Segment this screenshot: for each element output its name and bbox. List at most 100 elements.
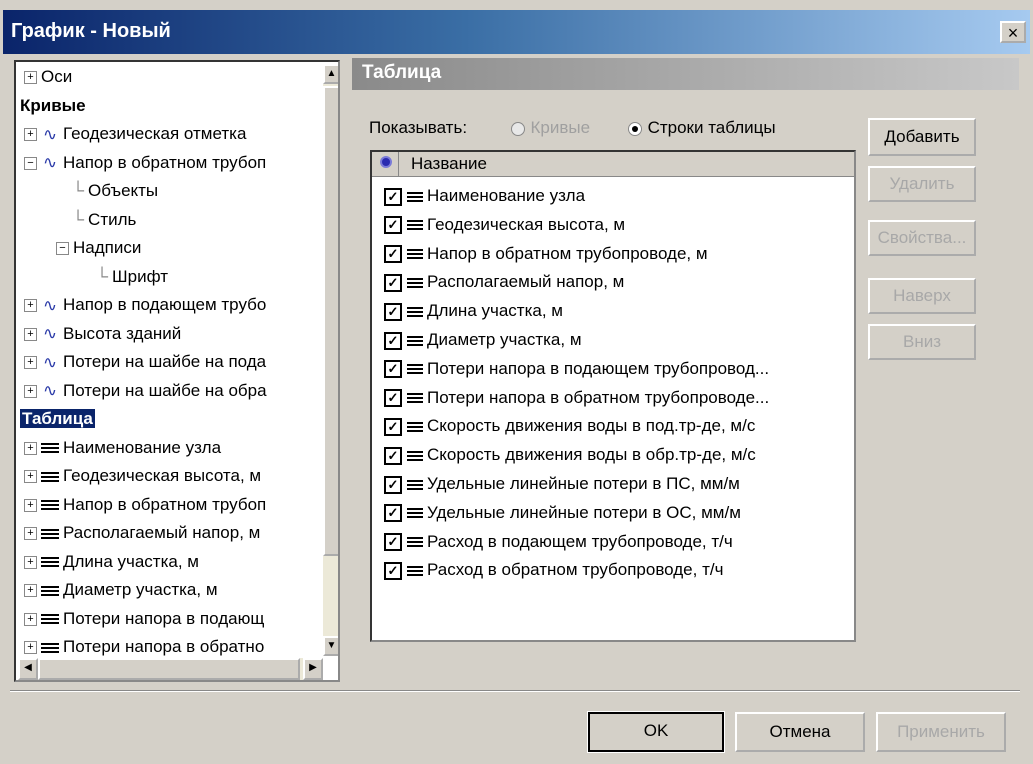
list-row[interactable]: ✓ Напор в обратном трубопроводе, м xyxy=(384,240,708,268)
row-visible-checkbox[interactable]: ✓ xyxy=(384,561,402,580)
tree-item[interactable]: └ Стиль xyxy=(72,207,136,233)
tree-item[interactable]: + Наименование узла xyxy=(24,435,221,461)
list-row[interactable]: ✓ Наименование узла xyxy=(384,182,585,210)
tree-item[interactable]: + ∿ Напор в подающем трубо xyxy=(24,292,266,318)
expand-toggle[interactable]: + xyxy=(24,612,37,626)
scroll-down-button[interactable]: ▼ xyxy=(323,636,338,656)
table-row-icon xyxy=(407,305,423,319)
expand-toggle[interactable]: − xyxy=(24,156,37,170)
radio-curves[interactable] xyxy=(510,121,525,136)
expand-toggle[interactable]: + xyxy=(24,527,37,541)
tree-item[interactable]: − Надписи xyxy=(56,235,141,261)
tree-item[interactable]: + Располагаемый напор, м xyxy=(24,520,260,546)
title-bar[interactable]: График - Новый × xyxy=(3,10,1030,54)
row-visible-checkbox[interactable]: ✓ xyxy=(384,504,402,523)
tree-item[interactable]: + Потери напора в подающ xyxy=(24,606,264,632)
row-visible-checkbox[interactable]: ✓ xyxy=(384,273,402,292)
expand-toggle[interactable]: + xyxy=(24,384,37,398)
list-row[interactable]: ✓ Геодезическая высота, м xyxy=(384,211,625,239)
cancel-button[interactable]: Отмена xyxy=(735,712,865,752)
tree-item[interactable]: + ∿ Высота зданий xyxy=(24,321,181,347)
table-row-icon xyxy=(407,564,423,578)
tree-item[interactable]: + ∿ Потери на шайбе на обра xyxy=(24,378,267,404)
expand-toggle[interactable]: + xyxy=(24,327,37,341)
expand-toggle[interactable]: + xyxy=(24,356,37,370)
tree-item[interactable]: └ Шрифт xyxy=(96,264,168,290)
tree-item[interactable]: + Оси xyxy=(24,64,72,90)
table-row-icon xyxy=(41,612,59,626)
curve-icon: ∿ xyxy=(42,124,58,144)
list-row[interactable]: ✓ Расход в подающем трубопроводе, т/ч xyxy=(384,528,733,556)
tree-item[interactable]: + ∿ Потери на шайбе на пода xyxy=(24,349,266,375)
expand-toggle[interactable]: − xyxy=(56,242,69,256)
tree-item[interactable]: − ∿ Напор в обратном трубоп xyxy=(24,150,266,176)
row-visible-checkbox[interactable]: ✓ xyxy=(384,389,402,408)
expand-toggle[interactable]: + xyxy=(24,584,37,598)
column-header-name[interactable]: Название xyxy=(398,152,487,176)
apply-button[interactable]: Применить xyxy=(876,712,1006,752)
row-visible-checkbox[interactable]: ✓ xyxy=(384,302,402,321)
tree-item[interactable]: + Потери напора в обратно xyxy=(24,634,264,660)
list-row[interactable]: ✓ Скорость движения воды в обр.тр-де, м/с xyxy=(384,441,756,469)
row-visible-checkbox[interactable]: ✓ xyxy=(384,216,402,235)
window-title: График - Новый xyxy=(11,20,171,42)
curve-icon: ∿ xyxy=(42,295,58,315)
row-visible-checkbox[interactable]: ✓ xyxy=(384,446,402,465)
expand-toggle[interactable]: + xyxy=(24,441,37,455)
tree-item-label: Напор в подающем трубо xyxy=(63,295,267,314)
list-row[interactable]: ✓ Удельные линейные потери в ПС, мм/м xyxy=(384,470,740,498)
expand-toggle[interactable]: + xyxy=(24,128,37,142)
delete-button[interactable]: Удалить xyxy=(868,166,976,202)
list-row[interactable]: ✓ Длина участка, м xyxy=(384,297,563,325)
visibility-eye-icon[interactable] xyxy=(380,156,392,168)
scroll-left-button[interactable]: ◀ xyxy=(18,658,38,680)
expand-toggle[interactable]: + xyxy=(24,641,37,655)
tree-horizontal-scrollbar[interactable]: ◀ ▶ xyxy=(18,658,323,680)
expand-toggle[interactable]: + xyxy=(24,498,37,512)
tree-item[interactable]: + ∿ Геодезическая отметка xyxy=(24,121,246,147)
list-row[interactable]: ✓ Потери напора в обратном трубопроводе..… xyxy=(384,384,769,412)
list-row[interactable]: ✓ Располагаемый напор, м xyxy=(384,268,624,296)
scroll-up-button[interactable]: ▲ xyxy=(323,64,338,84)
tree-item[interactable]: + Геодезическая высота, м xyxy=(24,463,261,489)
expand-toggle[interactable]: + xyxy=(24,71,37,85)
tree-vertical-scrollbar[interactable]: ▲ ▼ xyxy=(323,64,338,656)
scroll-right-button[interactable]: ▶ xyxy=(303,658,323,680)
move-up-button[interactable]: Наверх xyxy=(868,278,976,314)
row-visible-checkbox[interactable]: ✓ xyxy=(384,533,402,552)
h-scroll-thumb[interactable] xyxy=(38,658,300,680)
close-button[interactable]: × xyxy=(1000,21,1026,43)
row-visible-checkbox[interactable]: ✓ xyxy=(384,245,402,264)
list-row[interactable]: ✓ Потери напора в подающем трубопровод... xyxy=(384,355,769,383)
properties-button[interactable]: Свойства... xyxy=(868,220,976,256)
tree-item[interactable]: └ Объекты xyxy=(72,178,158,204)
expand-toggle[interactable]: + xyxy=(24,299,37,313)
tree-item-label: Таблица xyxy=(20,409,95,428)
tree-item-label: Стиль xyxy=(88,209,137,229)
row-visible-checkbox[interactable]: ✓ xyxy=(384,360,402,379)
settings-tree[interactable]: + Оси Кривые + ∿ Геодезическая отметка − ∿ Напор… xyxy=(14,60,340,682)
tree-item[interactable]: + Длина участка, м xyxy=(24,549,199,575)
ok-button[interactable]: OK xyxy=(587,711,725,753)
row-visible-checkbox[interactable]: ✓ xyxy=(384,187,402,206)
radio-table-rows[interactable] xyxy=(627,121,642,136)
tree-item[interactable]: Кривые xyxy=(20,93,86,119)
list-row[interactable]: ✓ Удельные линейные потери в ОС, мм/м xyxy=(384,499,741,527)
list-row[interactable]: ✓ Диаметр участка, м xyxy=(384,326,582,354)
row-label: Удельные линейные потери в ПС, мм/м xyxy=(427,474,740,493)
expand-toggle[interactable]: + xyxy=(24,470,37,484)
table-row-icon xyxy=(41,527,59,541)
add-button[interactable]: Добавить xyxy=(868,118,976,156)
list-row[interactable]: ✓ Скорость движения воды в под.тр-де, м/с xyxy=(384,412,755,440)
rows-list[interactable]: Название ✓ Наименование узла ✓ Геодезическа… xyxy=(370,150,856,642)
row-visible-checkbox[interactable]: ✓ xyxy=(384,417,402,436)
move-down-button[interactable]: Вниз xyxy=(868,324,976,360)
scroll-thumb[interactable] xyxy=(323,86,338,556)
tree-item[interactable]: Таблица xyxy=(20,406,95,432)
list-row[interactable]: ✓ Расход в обратном трубопроводе, т/ч xyxy=(384,556,723,584)
tree-item[interactable]: + Напор в обратном трубоп xyxy=(24,492,266,518)
row-visible-checkbox[interactable]: ✓ xyxy=(384,331,402,350)
expand-toggle[interactable]: + xyxy=(24,555,37,569)
row-visible-checkbox[interactable]: ✓ xyxy=(384,475,402,494)
tree-item[interactable]: + Диаметр участка, м xyxy=(24,577,218,603)
